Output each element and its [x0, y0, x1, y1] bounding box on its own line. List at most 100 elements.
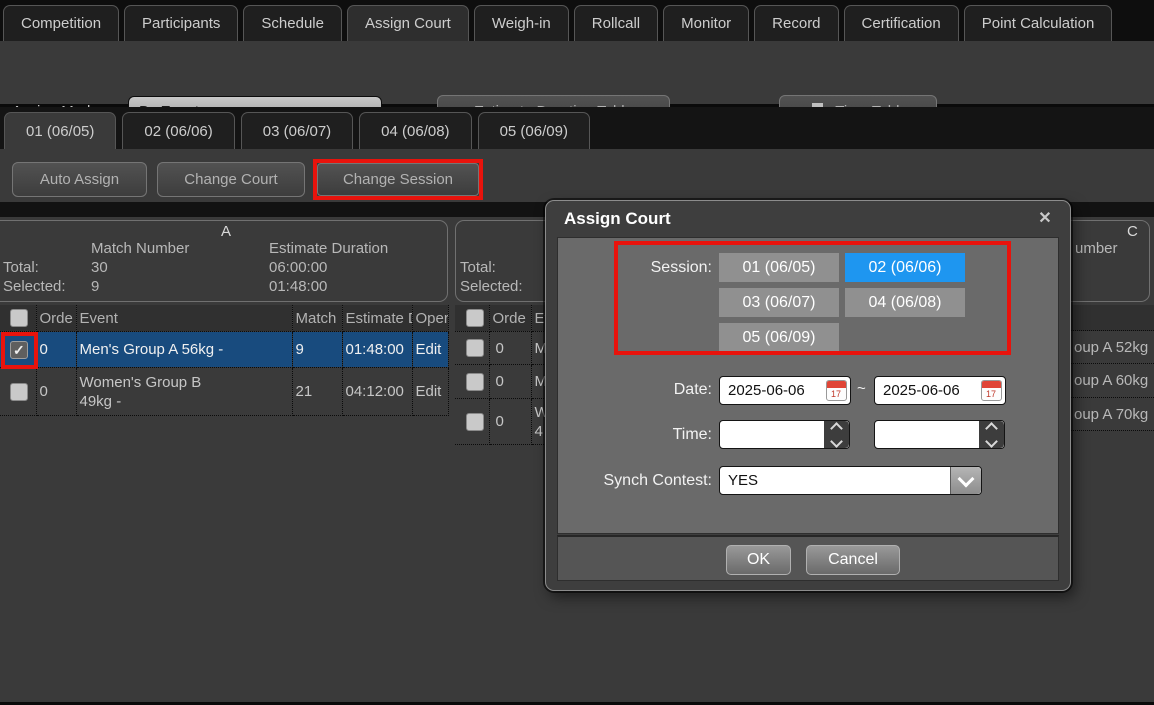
session-tab-01[interactable]: 01 (06/05) [4, 112, 116, 149]
event-line1: Women's Group B [80, 373, 292, 392]
tab-competition[interactable]: Competition [3, 5, 119, 41]
estimate-cell: 04:12:00 [342, 368, 412, 416]
column-header-match: Match [292, 305, 342, 332]
time-spinner[interactable] [824, 421, 849, 448]
close-icon[interactable]: ✕ [1034, 208, 1056, 230]
session-tab-bar: 01 (06/05) 02 (06/06) 03 (06/07) 04 (06/… [0, 107, 1154, 149]
match-cell: 9 [292, 332, 342, 368]
total-match-number: 30 [91, 259, 108, 276]
edit-link[interactable]: Edit [412, 368, 448, 416]
row-checkbox[interactable] [10, 383, 28, 401]
tab-participants[interactable]: Participants [124, 5, 238, 41]
dialog-body: Session: 01 (06/05) 02 (06/06) 03 (06/07… [557, 237, 1059, 534]
total-label: Total: [3, 259, 39, 276]
match-number-header-fragment: umber [1075, 240, 1118, 257]
auto-assign-button[interactable]: Auto Assign [12, 162, 147, 197]
row-checkbox[interactable] [466, 373, 484, 391]
match-cell: 21 [292, 368, 342, 416]
select-all-checkbox[interactable] [466, 309, 484, 327]
order-cell: 0 [36, 332, 76, 368]
tab-point-calculation[interactable]: Point Calculation [964, 5, 1113, 41]
tab-rollcall[interactable]: Rollcall [574, 5, 658, 41]
main-tab-bar: Competition Participants Schedule Assign… [0, 0, 1154, 41]
column-header-event: Event [76, 305, 292, 332]
select-dropdown-button[interactable] [950, 467, 981, 494]
court-a-label: A [221, 223, 231, 240]
order-cell: 0 [489, 332, 531, 365]
change-session-button[interactable]: Change Session [317, 163, 479, 196]
session-tab-02[interactable]: 02 (06/06) [122, 112, 234, 149]
tab-certification[interactable]: Certification [844, 5, 959, 41]
column-header-order: Orde [489, 305, 531, 332]
synch-contest-select[interactable]: YES [719, 466, 982, 495]
column-header-order: Orde [36, 305, 76, 332]
event-cell: Women's Group B 49kg - [76, 368, 292, 416]
session-tab-05[interactable]: 05 (06/09) [478, 112, 590, 149]
total-label: Total: [460, 259, 496, 276]
chevron-up-icon [830, 422, 843, 435]
synch-contest-value: YES [728, 472, 758, 489]
app-window: Competition Participants Schedule Assign… [0, 0, 1154, 705]
selected-label: Selected: [3, 278, 66, 295]
cancel-button[interactable]: Cancel [806, 545, 900, 575]
date-range-separator: ~ [857, 380, 866, 397]
selected-estimate-duration: 01:48:00 [269, 278, 327, 295]
change-court-button[interactable]: Change Court [157, 162, 305, 197]
chevron-up-icon [985, 422, 998, 435]
selected-label: Selected: [460, 278, 523, 295]
toolbar: Assign Mode: By Event Estimate Duration … [0, 41, 1154, 107]
ok-button[interactable]: OK [726, 545, 791, 575]
order-cell: 0 [36, 368, 76, 416]
column-header-operation: Oper [412, 305, 448, 332]
chevron-down-icon [985, 435, 998, 448]
calendar-icon[interactable] [981, 380, 1002, 401]
court-a-table: Orde Event Match Estimate D Oper 0 Men's… [0, 305, 449, 416]
estimate-cell: 01:48:00 [342, 332, 412, 368]
court-a-summary: A Match Number Estimate Duration Total: … [0, 220, 448, 302]
estimate-duration-header: Estimate Duration [269, 240, 388, 257]
edit-link[interactable]: Edit [412, 332, 448, 368]
date-label: Date: [614, 381, 712, 399]
date-to-input[interactable]: 2025-06-06 [874, 376, 1006, 405]
session-tab-03[interactable]: 03 (06/07) [241, 112, 353, 149]
time-to-input[interactable] [874, 420, 1005, 449]
date-from-value: 2025-06-06 [728, 382, 805, 399]
tab-schedule[interactable]: Schedule [243, 5, 342, 41]
table-row[interactable]: oup A 70kg [1060, 398, 1154, 431]
time-label: Time: [614, 426, 712, 444]
row-checkbox[interactable] [466, 339, 484, 357]
annotation-box-session-options [614, 241, 1011, 355]
table-row[interactable]: 0 Women's Group B 49kg - 21 04:12:00 Edi… [0, 368, 448, 416]
dialog-footer: OK Cancel [557, 535, 1059, 581]
match-number-header: Match Number [91, 240, 189, 257]
total-estimate-duration: 06:00:00 [269, 259, 327, 276]
chevron-down-icon [830, 435, 843, 448]
table-row[interactable]: oup A 60kg [1060, 364, 1154, 398]
column-header-estimate: Estimate D [342, 305, 412, 332]
event-line2: 49kg - [80, 392, 292, 411]
tab-monitor[interactable]: Monitor [663, 5, 749, 41]
order-cell: 0 [489, 365, 531, 399]
select-all-checkbox[interactable] [10, 309, 28, 327]
order-cell: 0 [489, 399, 531, 445]
table-row[interactable]: 0 Men's Group A 56kg - 9 01:48:00 Edit [0, 332, 448, 368]
calendar-icon[interactable] [826, 380, 847, 401]
tab-record[interactable]: Record [754, 5, 838, 41]
tab-weigh-in[interactable]: Weigh-in [474, 5, 569, 41]
table-row[interactable]: oup A 52kg [1060, 331, 1154, 364]
chevron-down-icon [958, 470, 975, 487]
time-from-input[interactable] [719, 420, 850, 449]
event-cell: Men's Group A 56kg - [76, 332, 292, 368]
session-tab-04[interactable]: 04 (06/08) [359, 112, 471, 149]
dialog-title: Assign Court [564, 209, 671, 229]
court-c-table-header [1060, 305, 1154, 331]
row-checkbox[interactable] [466, 413, 484, 431]
synch-contest-label: Synch Contest: [578, 472, 712, 490]
court-c-label: C [1127, 223, 1138, 240]
date-to-value: 2025-06-06 [883, 382, 960, 399]
time-spinner[interactable] [979, 421, 1004, 448]
annotation-box-row-checkbox [1, 332, 38, 369]
annotation-box-change-session: Change Session [313, 159, 483, 200]
tab-assign-court[interactable]: Assign Court [347, 5, 469, 41]
date-from-input[interactable]: 2025-06-06 [719, 376, 851, 405]
